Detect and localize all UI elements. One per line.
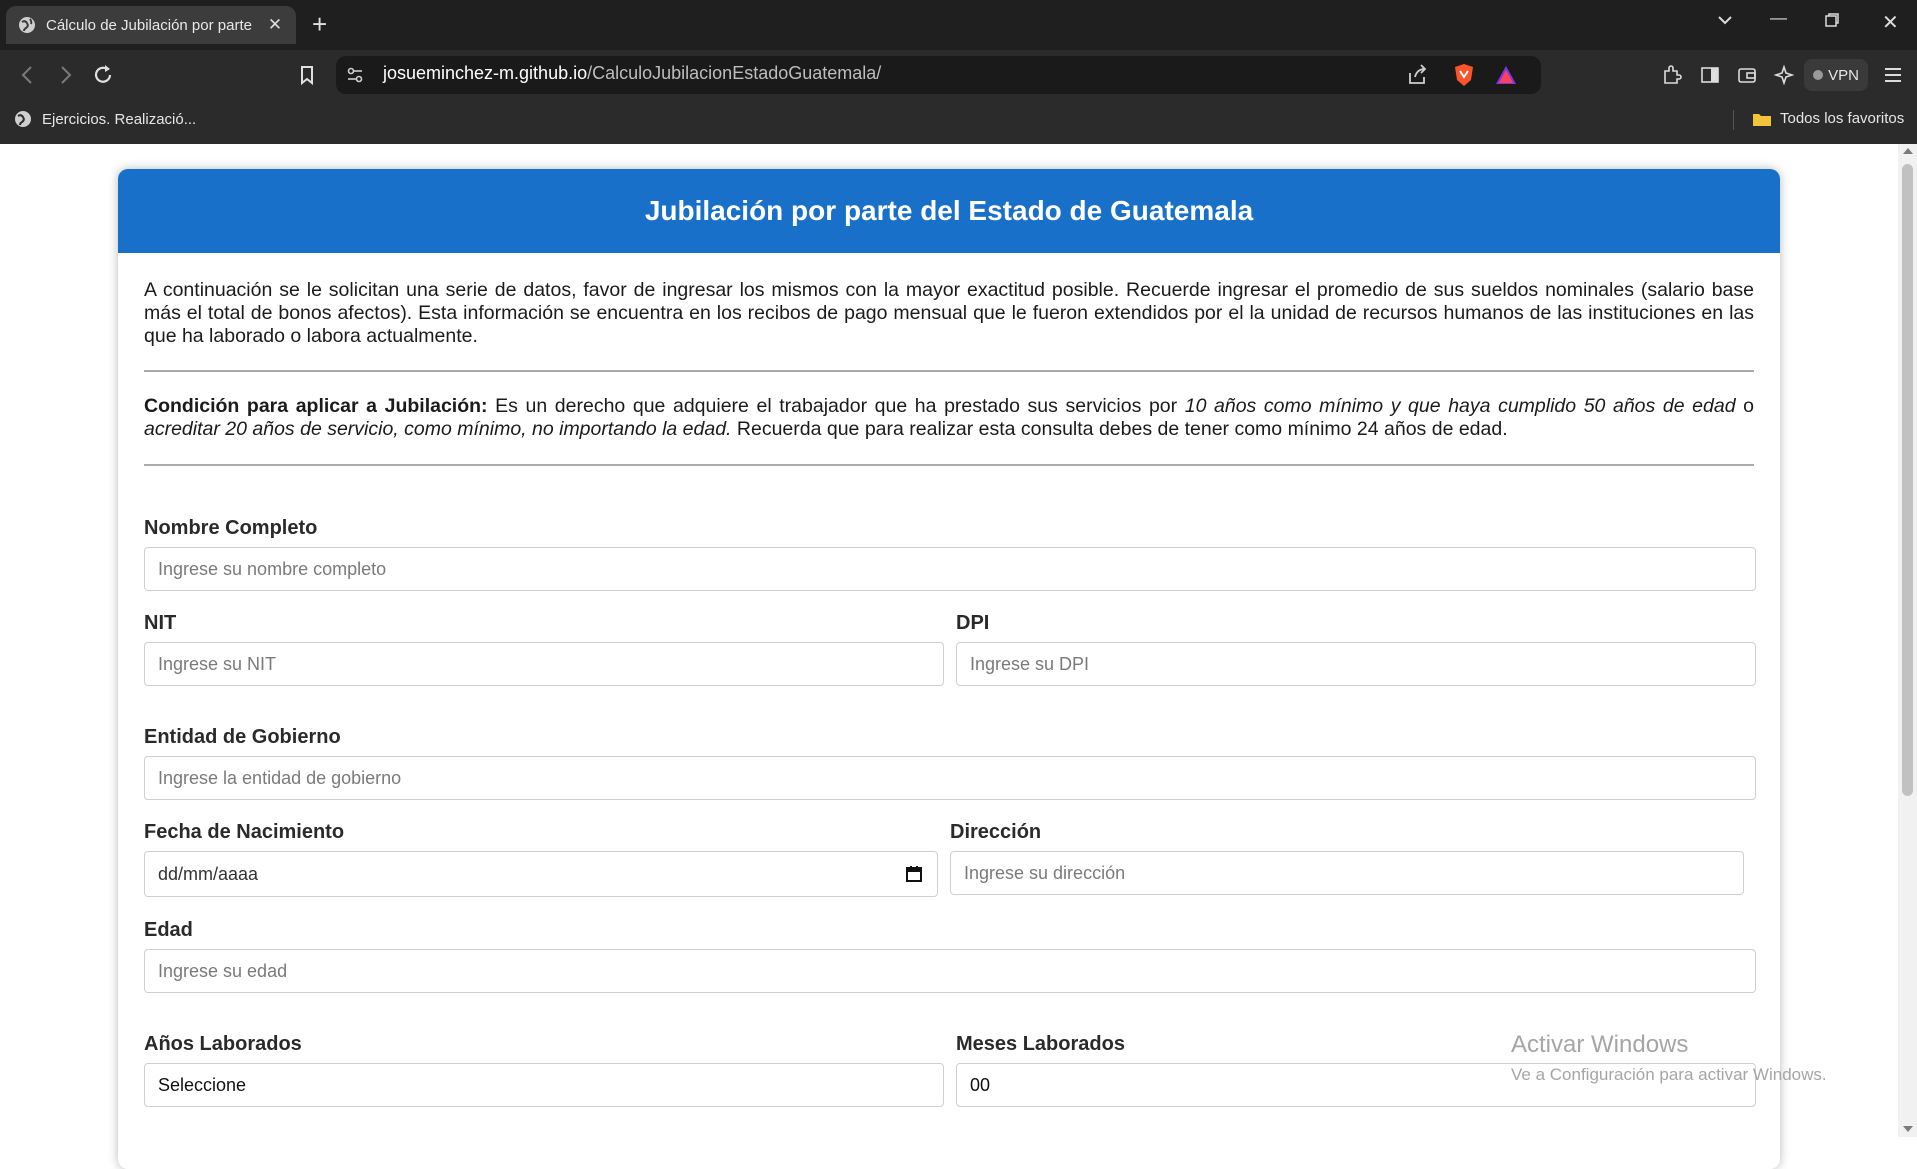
scroll-up-arrow-icon[interactable] (1903, 148, 1913, 154)
entidad-label: Entidad de Gobierno (144, 726, 341, 748)
condition-text-part: o (1735, 395, 1754, 417)
entidad-input[interactable]: Ingrese la entidad de gobierno (144, 756, 1756, 800)
calendar-icon[interactable] (905, 865, 923, 883)
direccion-label: Dirección (950, 821, 1042, 843)
all-bookmarks-label: Todos los favoritos (1780, 110, 1905, 127)
bookmark-item[interactable]: Ejercicios. Realizació... (14, 110, 196, 128)
bookmarks-divider (1733, 110, 1734, 130)
url-host: josueminchez-m.github.io (383, 63, 588, 83)
direccion-input[interactable]: Ingrese su dirección (950, 851, 1744, 895)
minimize-button[interactable]: — (1770, 8, 1787, 28)
nombre-input[interactable]: Ingrese su nombre completo (144, 547, 1756, 591)
divider (144, 370, 1754, 372)
globe-icon (19, 17, 35, 33)
tab-title: Cálculo de Jubilación por parte (46, 16, 252, 34)
scroll-thumb[interactable] (1902, 164, 1913, 796)
bookmarks-bar (0, 100, 1917, 144)
page-title: Jubilación por parte del Estado de Guate… (644, 195, 1254, 226)
site-settings-icon[interactable] (345, 65, 365, 85)
tab-search-chevron-icon[interactable] (1716, 12, 1734, 32)
vpn-status-icon (1813, 70, 1824, 80)
nit-input[interactable]: Ingrese su NIT (144, 642, 944, 686)
fecha-label: Fecha de Nacimiento (144, 821, 345, 843)
url-text[interactable]: josueminchez-m.github.io/CalculoJubilaci… (383, 63, 881, 84)
dpi-label: DPI (956, 612, 990, 634)
dpi-input[interactable]: Ingrese su DPI (956, 642, 1756, 686)
active-tab[interactable]: Cálculo de Jubilación por parte ✕ (6, 6, 296, 44)
wallet-icon[interactable] (1736, 64, 1758, 86)
condition-text-part: Recuerda que para realizar esta consulta… (731, 418, 1508, 440)
menu-icon[interactable] (1882, 65, 1904, 85)
edad-label: Edad (144, 919, 193, 941)
reload-icon[interactable] (90, 62, 116, 88)
back-icon[interactable] (15, 62, 41, 88)
condition-emphasis: 10 años como mínimo y que haya cumplido … (1184, 395, 1736, 417)
extensions-icon[interactable] (1661, 64, 1683, 86)
tab-strip: Cálculo de Jubilación por parte ✕ + — ✕ (0, 0, 1917, 50)
globe-icon (15, 111, 31, 127)
url-path: /CalculoJubilacionEstadoGuatemala/ (587, 63, 882, 83)
scroll-down-arrow-icon[interactable] (1903, 1126, 1913, 1132)
windows-activation-subtitle: Ve a Configuración para activar Windows. (1511, 1065, 1827, 1084)
folder-icon (1753, 113, 1771, 126)
tab-close-icon[interactable]: ✕ (266, 15, 284, 35)
nombre-label: Nombre Completo (144, 517, 318, 539)
new-tab-button[interactable]: + (312, 10, 327, 38)
condition-text: Condición para aplicar a Jubilación: Es … (144, 395, 1754, 441)
condition-emphasis: acreditar 20 años de servicio, como míni… (144, 418, 732, 440)
share-icon[interactable] (1406, 63, 1430, 87)
bookmark-label: Ejercicios. Realizació... (42, 110, 197, 128)
bookmark-icon[interactable] (294, 62, 320, 88)
all-bookmarks-folder[interactable]: Todos los favoritos (1752, 110, 1904, 127)
divider (144, 464, 1754, 466)
card-header: Jubilación por parte del Estado de Guate… (118, 169, 1780, 253)
brave-rewards-icon[interactable] (1494, 64, 1518, 86)
condition-text-part: Es un derecho que adquiere el trabajador… (487, 395, 1185, 417)
fecha-value: dd/mm/aaaa (158, 863, 259, 884)
close-window-button[interactable]: ✕ (1882, 10, 1899, 35)
fecha-nacimiento-input[interactable]: dd/mm/aaaa (144, 851, 938, 897)
vpn-button[interactable]: VPN (1804, 59, 1868, 91)
brave-shield-icon[interactable] (1452, 62, 1476, 88)
restore-button[interactable] (1824, 12, 1840, 33)
nit-label: NIT (144, 612, 177, 634)
leo-ai-icon[interactable] (1773, 64, 1795, 86)
forward-icon[interactable] (52, 62, 78, 88)
edad-input[interactable]: Ingrese su edad (144, 949, 1756, 993)
windows-activation-title: Activar Windows (1511, 1031, 1689, 1058)
intro-text: A continuación se le solicitan una serie… (144, 279, 1754, 347)
sidebar-icon[interactable] (1699, 64, 1721, 86)
anios-laborados-select[interactable]: Seleccione (144, 1063, 944, 1107)
meses-label: Meses Laborados (956, 1033, 1125, 1055)
anios-label: Años Laborados (144, 1033, 302, 1055)
vpn-label: VPN (1828, 66, 1859, 84)
condition-label: Condición para aplicar a Jubilación: (144, 395, 488, 417)
form-card: Jubilación por parte del Estado de Guate… (118, 169, 1780, 1169)
